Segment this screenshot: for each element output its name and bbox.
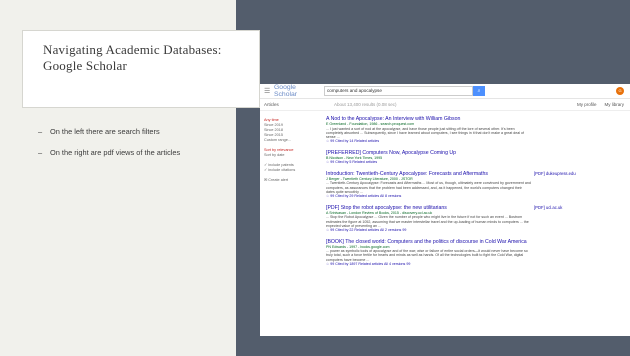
result-snippet: ... power as symbolic tools of apocalyps… [326, 249, 528, 262]
avatar[interactable]: G [616, 87, 624, 95]
result-title[interactable]: [BOOK] The closed world: Computers and t… [326, 239, 531, 245]
include-filter: ✓ include patents ✓ include citations [264, 163, 324, 173]
bullet-text: On the right are pdf views of the articl… [50, 148, 181, 157]
create-alert[interactable]: ✉ Create alert [264, 178, 324, 183]
scholar-header: ☰ Google Scholar computers and apocalyps… [260, 84, 630, 99]
result-item: Introduction: Twentieth-Century Apocalyp… [326, 171, 616, 199]
include-citations-checkbox[interactable]: ✓ include citations [264, 168, 324, 173]
articles-tab[interactable]: Articles [264, 102, 304, 107]
sort-date[interactable]: Sort by date [264, 153, 324, 158]
result-item: [PREFERRED] Computers Now, Apocalypse Co… [326, 150, 616, 165]
title-box: Navigating Academic Databases: Google Sc… [22, 30, 260, 108]
my-library-link[interactable]: My library [604, 102, 624, 107]
bullet-item: – On the right are pdf views of the artic… [38, 147, 228, 159]
bullet-item: – On the left there are search filters [38, 126, 228, 138]
bullet-dash: – [38, 148, 43, 157]
search-icon[interactable]: ⌕ [473, 86, 485, 96]
result-links[interactable]: ☆ 99 Cited by 14 Related articles [326, 139, 616, 144]
pdf-link[interactable]: [PDF] ucl.ac.uk [534, 205, 562, 210]
scholar-logo[interactable]: Google Scholar [274, 84, 318, 98]
results-count: About 13,400 results (0.08 sec) [334, 102, 397, 107]
results-list: A Nod to the Apocalypse: An Interview wi… [326, 116, 616, 273]
result-snippet: ... I just wanted a sort of nod at the a… [326, 126, 524, 140]
pdf-link[interactable]: [PDF] dukeupress.edu [534, 171, 576, 176]
sort-filter: Sort by relevance Sort by date [264, 148, 324, 158]
search-filters: Any time Since 2019 Since 2018 Since 201… [264, 118, 324, 188]
result-item: A Nod to the Apocalypse: An Interview wi… [326, 116, 616, 144]
include-citations-label: include citations [268, 168, 296, 172]
bullet-list: – On the left there are search filters – O… [38, 126, 228, 168]
result-snippet: ... Twentieth-Century Apocalypse: Foreca… [326, 181, 531, 194]
scholar-subheader: Articles About 13,400 results (0.08 sec)… [260, 99, 630, 111]
bullet-dash: – [38, 127, 43, 136]
result-links[interactable]: ☆ 99 Cited by 5 Related articles [326, 160, 616, 165]
account-links: My profile My library [577, 102, 624, 107]
time-filter: Any time Since 2019 Since 2018 Since 201… [264, 118, 324, 143]
my-profile-link[interactable]: My profile [577, 102, 597, 107]
include-patents-label: include patents [268, 163, 294, 167]
menu-icon[interactable]: ☰ [264, 87, 272, 95]
create-alert-label: Create alert [268, 178, 289, 182]
result-links[interactable]: ☆ 99 Cited by 22 Related articles All 2 … [326, 228, 616, 233]
filter-custom-range[interactable]: Custom range... [264, 138, 324, 143]
result-item: [BOOK] The closed world: Computers and t… [326, 239, 616, 267]
search-input[interactable]: computers and apocalypse [324, 86, 473, 96]
slide: Navigating Academic Databases: Google Sc… [0, 0, 630, 356]
slide-title: Navigating Academic Databases: Google Sc… [43, 42, 222, 73]
result-snippet: ... Stop the Robot Apocalypse ... Given … [326, 215, 529, 228]
result-links[interactable]: ☆ 99 Cited by 29 Related articles All 8 … [326, 194, 616, 199]
bullet-text: On the left there are search filters [50, 127, 160, 136]
result-links[interactable]: ☆ 99 Cited by 1897 Related articles All … [326, 262, 616, 267]
result-item: [PDF] Stop the robot apocalypse: the new… [326, 205, 616, 233]
scholar-screenshot: ☰ Google Scholar computers and apocalyps… [260, 84, 630, 336]
